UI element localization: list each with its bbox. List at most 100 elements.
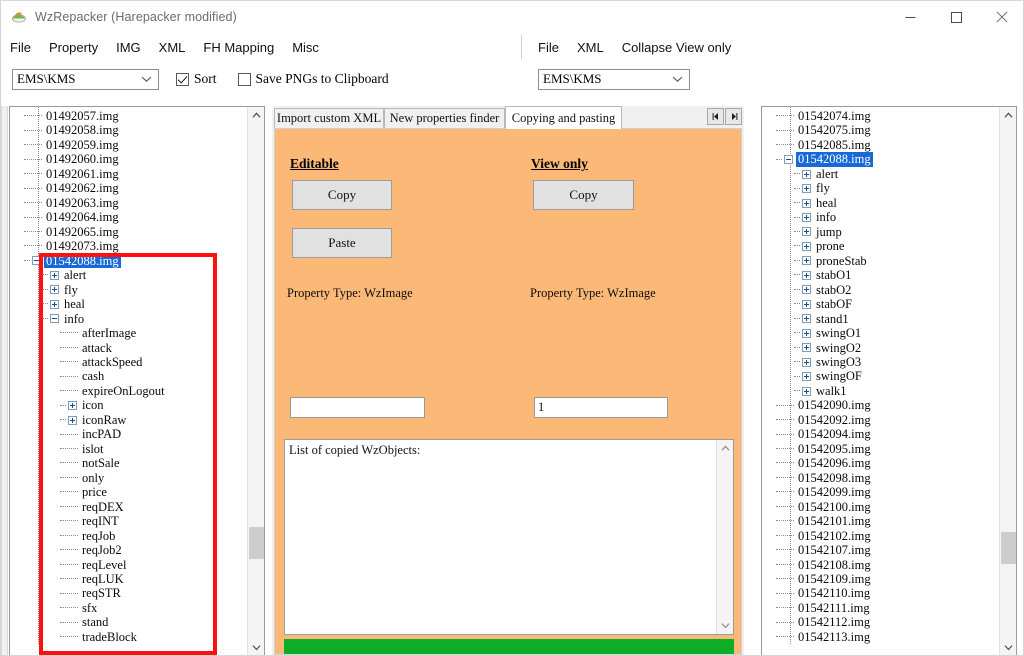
right-tree-item-node[interactable]: 01542109.img (762, 572, 998, 586)
expand-node-icon[interactable] (802, 386, 811, 396)
expand-node-icon[interactable] (50, 285, 59, 295)
expand-node-icon[interactable] (802, 372, 811, 382)
left-tree-item-node[interactable]: 01492062.img (10, 181, 246, 195)
left-tree-item-node[interactable]: iconRaw (10, 413, 246, 427)
expand-node-icon[interactable] (50, 270, 59, 280)
left-tree-item-node[interactable]: price (10, 485, 246, 499)
sort-checkbox[interactable]: Sort (176, 71, 217, 87)
collapse-node-icon[interactable] (784, 155, 793, 165)
right-tree-item-node[interactable]: info (762, 210, 998, 224)
left-tree-item-node[interactable]: attackSpeed (10, 355, 246, 369)
left-tree-item-node[interactable]: reqDEX (10, 500, 246, 514)
wz-version-combo-right[interactable]: EMS\KMS (538, 68, 690, 90)
right-tree-item-node[interactable]: 01542094.img (762, 427, 998, 441)
copied-objects-list[interactable]: List of copied WzObjects: (284, 439, 734, 635)
menu-item-xml-right[interactable]: XML (568, 37, 613, 58)
left-tree-item-node[interactable]: 01492057.img (10, 109, 246, 123)
right-tree-item-node[interactable]: fly (762, 181, 998, 195)
right-tree-item-node[interactable]: proneStab (762, 254, 998, 268)
editable-paste-button[interactable]: Paste (292, 228, 392, 258)
left-tree-item-node[interactable]: incPAD (10, 427, 246, 441)
expand-node-icon[interactable] (50, 299, 59, 309)
right-tree-item-node[interactable]: 01542112.img (762, 615, 998, 629)
left-tree-item-node[interactable]: 01492060.img (10, 152, 246, 166)
expand-node-icon[interactable] (68, 401, 77, 411)
expand-node-icon[interactable] (802, 213, 811, 223)
right-tree-item-node[interactable]: swingO1 (762, 326, 998, 340)
right-tree-item-node[interactable]: 01542088.img (762, 152, 998, 167)
right-tree-scrollbar-thumb[interactable] (1001, 532, 1016, 564)
right-tree-item-node[interactable]: walk1 (762, 384, 998, 398)
expand-node-icon[interactable] (802, 270, 811, 280)
editable-value-input[interactable] (290, 397, 425, 418)
left-tree-item-node[interactable]: only (10, 471, 246, 485)
collapse-node-icon[interactable] (32, 256, 41, 266)
expand-node-icon[interactable] (68, 415, 77, 425)
expand-node-icon[interactable] (802, 198, 811, 208)
left-tree-item-node[interactable]: 01492058.img (10, 123, 246, 137)
right-tree-item-node[interactable]: swingOF (762, 369, 998, 383)
right-tree-item-node[interactable]: stabO1 (762, 268, 998, 282)
menu-item-file-right[interactable]: File (529, 37, 568, 58)
left-tree-scroll-area[interactable]: 01492057.img 01492058.img 01492059.img 0149… (10, 107, 246, 655)
left-tree-item-node[interactable]: islot (10, 442, 246, 456)
left-tree-item-node[interactable]: 01492061.img (10, 167, 246, 181)
expand-node-icon[interactable] (802, 241, 811, 251)
tab-import-custom-xml[interactable]: Import custom XML (274, 108, 384, 128)
left-tree-item-node[interactable]: icon (10, 398, 246, 412)
right-tree-item-node[interactable]: 01542107.img (762, 543, 998, 557)
scroll-right-icon[interactable] (725, 108, 742, 125)
left-tree-item-node[interactable]: fly (10, 283, 246, 297)
tab-copying-and-pasting[interactable]: Copying and pasting (505, 106, 622, 129)
collapse-node-icon[interactable] (50, 314, 59, 324)
left-tree-item-node[interactable]: alert (10, 268, 246, 282)
expand-node-icon[interactable] (802, 184, 811, 194)
expand-node-icon[interactable] (802, 328, 811, 338)
right-tree-item-node[interactable]: jump (762, 225, 998, 239)
menu-item-img[interactable]: IMG (107, 37, 150, 58)
left-tree-item-node[interactable]: expireOnLogout (10, 384, 246, 398)
left-tree-item-node[interactable]: sfx (10, 601, 246, 615)
scroll-up-icon[interactable] (717, 440, 733, 457)
view-only-value-input[interactable]: 1 (534, 397, 668, 418)
wz-version-combo-left[interactable]: EMS\KMS (12, 68, 159, 90)
right-tree-item-node[interactable]: 01542074.img (762, 109, 998, 123)
scroll-left-icon[interactable] (707, 108, 724, 125)
right-tree-item-node[interactable]: stabOF (762, 297, 998, 311)
left-tree-item-node[interactable]: stand (10, 615, 246, 629)
right-tree-item-node[interactable]: 01542111.img (762, 601, 998, 615)
right-tree-item-node[interactable]: 01542110.img (762, 586, 998, 600)
save-pngs-to-clipboard-checkbox[interactable]: Save PNGs to Clipboard (237, 71, 389, 87)
left-tree-item-node[interactable]: reqINT (10, 514, 246, 528)
left-tree-item-node[interactable]: tradeBlock (10, 630, 246, 644)
expand-node-icon[interactable] (802, 357, 811, 367)
right-tree-scrollbar[interactable] (999, 107, 1016, 655)
close-icon[interactable] (979, 1, 1023, 33)
splitter-left[interactable] (1, 106, 8, 655)
left-tree-item-node[interactable]: info (10, 312, 246, 326)
left-tree-item-node[interactable]: notSale (10, 456, 246, 470)
minimize-icon[interactable] (887, 1, 933, 33)
view-only-copy-button[interactable]: Copy (533, 180, 634, 210)
left-tree-item-node[interactable]: reqJob2 (10, 543, 246, 557)
left-tree-item-node[interactable]: reqSTR (10, 586, 246, 600)
copied-objects-list-scrollbar[interactable] (716, 440, 733, 634)
left-tree-item-node[interactable]: attack (10, 341, 246, 355)
scroll-down-icon[interactable] (248, 639, 264, 655)
right-tree-item-node[interactable]: 01542099.img (762, 485, 998, 499)
right-tree-item-node[interactable]: swingO2 (762, 341, 998, 355)
right-tree-item-node[interactable]: prone (762, 239, 998, 253)
editable-copy-button[interactable]: Copy (292, 180, 392, 210)
left-tree-scrollbar[interactable] (247, 107, 264, 655)
left-tree-item-node[interactable]: 01542088.img (10, 253, 246, 269)
right-tree-item-node[interactable]: 01542092.img (762, 413, 998, 427)
right-tree-scroll-area[interactable]: 01542074.img 01542075.img 01542085.img 0154… (762, 107, 998, 655)
expand-node-icon[interactable] (802, 343, 811, 353)
right-tree-item-node[interactable]: alert (762, 167, 998, 181)
right-tree-item-node[interactable]: stand1 (762, 312, 998, 326)
right-tree-item-node[interactable]: stabO2 (762, 283, 998, 297)
menu-item-property[interactable]: Property (40, 37, 107, 58)
right-tree-item-node[interactable]: 01542113.img (762, 630, 998, 644)
left-tree-item-node[interactable]: 01492065.img (10, 225, 246, 239)
left-tree-item-node[interactable]: reqJob (10, 529, 246, 543)
